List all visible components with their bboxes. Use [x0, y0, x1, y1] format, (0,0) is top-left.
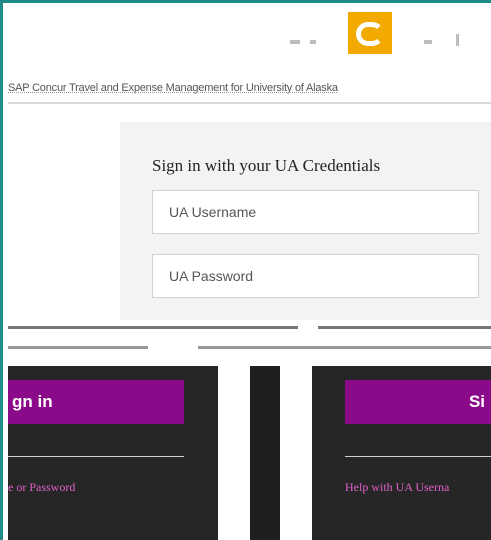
- header-artifact: [424, 40, 432, 44]
- password-input[interactable]: [152, 254, 479, 298]
- left-divider: [8, 456, 184, 457]
- sign-in-button-alt[interactable]: Si: [345, 380, 491, 424]
- middle-light-column: [280, 366, 312, 540]
- banner-text: SAP Concur Travel and Expense Management…: [8, 82, 338, 94]
- signin-title: Sign in with your UA Credentials: [152, 156, 381, 175]
- middle-dark-column: [250, 366, 280, 540]
- header-artifact: [456, 34, 459, 46]
- username-input[interactable]: [152, 190, 479, 234]
- header-divider: [8, 102, 491, 104]
- header-artifact: [310, 40, 316, 44]
- render-artifact-strip: [8, 320, 491, 366]
- sign-in-button[interactable]: gn in: [8, 380, 184, 424]
- logo-mark: [356, 22, 384, 46]
- concur-logo-icon: [348, 12, 392, 54]
- right-divider: [345, 456, 491, 457]
- help-link-left[interactable]: e or Password: [8, 480, 75, 495]
- left-pane: [8, 122, 121, 318]
- header-artifact: [290, 40, 300, 44]
- help-link-right[interactable]: Help with UA Userna: [345, 480, 491, 495]
